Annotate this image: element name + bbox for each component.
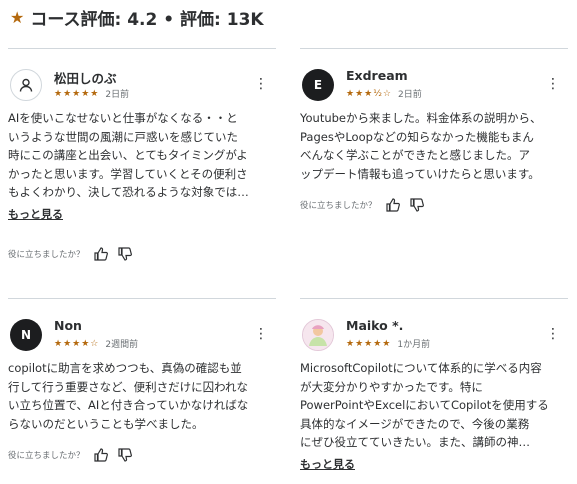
rating-stars: ★★★★★ [346, 338, 392, 349]
thumbs-down-icon[interactable] [117, 447, 133, 463]
more-options-icon[interactable]: ⋮ [546, 77, 560, 91]
avatar: E [302, 69, 334, 101]
helpful-row: 役に立ちましたか？ [8, 447, 276, 463]
helpful-label: 役に立ちましたか？ [8, 249, 85, 260]
rating-stars: ★★★★☆ [54, 338, 100, 349]
helpful-row: 役に立ちましたか？ [8, 246, 276, 262]
thumbs-up-icon[interactable] [93, 447, 109, 463]
thumbs-down-icon[interactable] [409, 197, 425, 213]
reviewer-name: 松田しのぶ [54, 71, 117, 86]
helpful-label: 役に立ちましたか？ [8, 451, 85, 461]
review-date: 1か月前 [397, 340, 431, 350]
reviewer-name: Non [54, 318, 82, 333]
helpful-row: 役に立ちましたか？ [300, 197, 568, 213]
profile-photo [303, 320, 333, 350]
course-rating-header: ★ コース評価: 4.2 • 評価: 13K [10, 4, 264, 30]
rating-stars: ★★★½☆ [346, 88, 392, 99]
review-card: Maiko *. ★★★★★ 1か月前 ⋮ MicrosoftCopilotにつ… [300, 298, 568, 472]
rating-stars: ★★★★★ [54, 88, 100, 99]
avatar: N [10, 319, 42, 351]
review-text: Youtubeから来ました。料金体系の説明から、 PagesやLoopなどの知ら… [300, 111, 542, 181]
reviewer-name: Exdream [346, 68, 408, 83]
review-text: AIを使いこなせないと仕事がなくなる・・と いうような世間の風潮に戸惑いを感じて… [8, 111, 249, 199]
review-text: copilotに助言を求めつつも、真偽の確認も並 行して行う重要さなど、便利さだ… [8, 361, 249, 431]
more-options-icon[interactable]: ⋮ [254, 327, 268, 341]
more-options-icon[interactable]: ⋮ [546, 327, 560, 341]
review-date: 2日前 [398, 90, 422, 100]
review-card: N Non ★★★★☆ 2週間前 ⋮ copilotに助言を求めつつも、真偽の確… [8, 298, 276, 463]
thumbs-up-icon[interactable] [385, 197, 401, 213]
helpful-label: 役に立ちましたか？ [300, 201, 377, 211]
review-date: 2日前 [105, 90, 130, 100]
show-more-link[interactable]: もっと見る [300, 456, 355, 472]
star-icon: ★ [10, 7, 25, 27]
thumbs-down-icon[interactable] [117, 246, 133, 262]
avatar [10, 69, 42, 101]
review-date: 2週間前 [105, 340, 139, 350]
more-options-icon[interactable]: ⋮ [254, 77, 268, 91]
show-more-link[interactable]: もっと見る [8, 206, 63, 222]
review-card: 松田しのぶ ★★★★★ 2日前 ⋮ AIを使いこなせないと仕事がなくなる・・と … [8, 48, 276, 262]
avatar [302, 319, 334, 351]
reviewer-name: Maiko *. [346, 318, 404, 333]
user-icon [19, 78, 33, 92]
course-rating-title: コース評価: 4.2 • 評価: 13K [30, 9, 264, 30]
thumbs-up-icon[interactable] [93, 246, 109, 262]
review-card: E Exdream ★★★½☆ 2日前 ⋮ Youtubeから来ました。料金体系… [300, 48, 568, 213]
review-text: MicrosoftCopilotについて体系的に学べる内容 が大変分かりやすかっ… [300, 361, 549, 449]
